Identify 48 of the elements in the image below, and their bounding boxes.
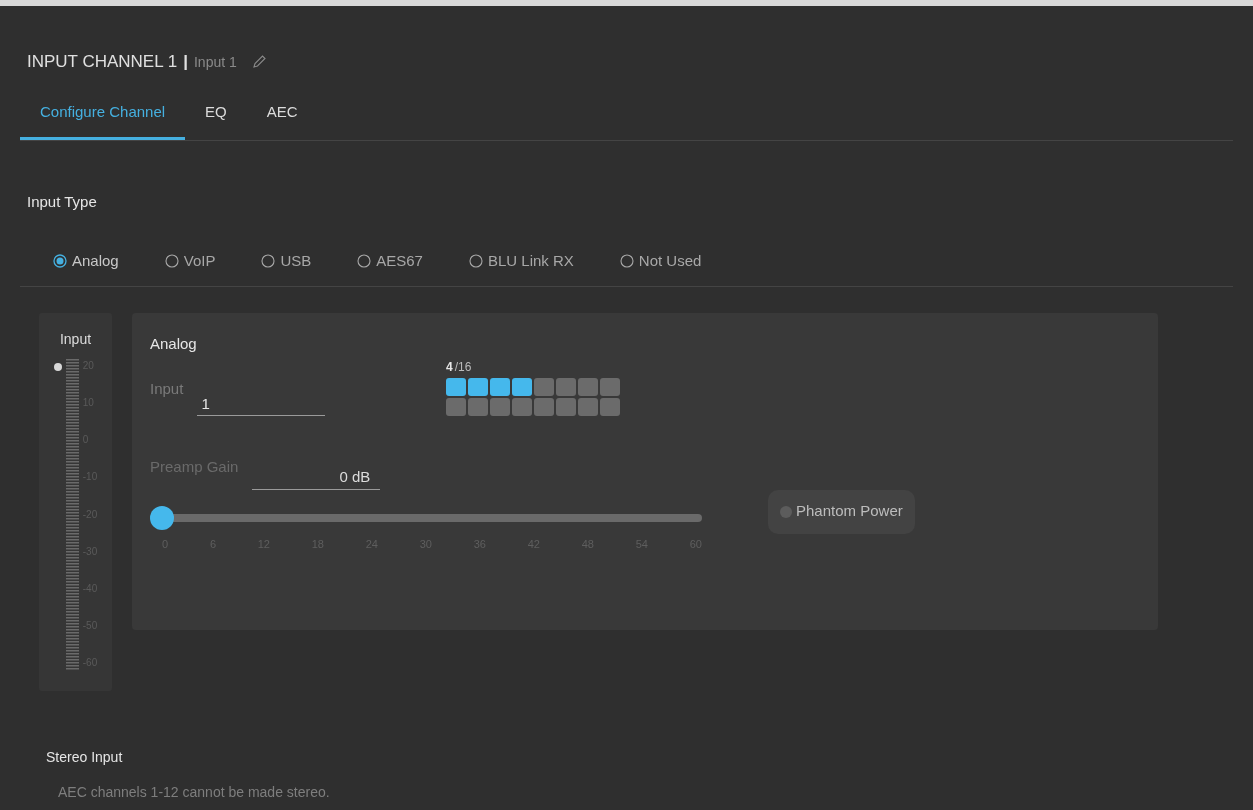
radio-option[interactable]: Analog [53, 249, 119, 272]
radio-icon[interactable] [357, 253, 372, 268]
channel-slot[interactable] [446, 397, 466, 416]
channel-slot[interactable] [578, 377, 598, 396]
field-label: Input [150, 378, 184, 399]
channel-slot[interactable] [468, 377, 488, 396]
radio-option[interactable]: BLU Link RX [468, 249, 574, 272]
channel-slot[interactable] [578, 397, 598, 416]
section-heading: Input Type [26, 192, 98, 212]
title-separator: | [183, 51, 188, 74]
section-heading: Stereo Input [45, 748, 124, 767]
tab[interactable]: AEC [246, 88, 318, 140]
radio-icon[interactable] [619, 253, 634, 268]
channel-title: INPUT CHANNEL 1 [27, 51, 178, 74]
radio-option[interactable]: Not Used [619, 249, 702, 272]
radio-icon[interactable] [164, 253, 179, 268]
gain-field[interactable]: 0 dB [252, 455, 381, 490]
tab[interactable]: EQ [185, 88, 247, 140]
phantom-power-toggle[interactable]: Phantom Power [768, 489, 915, 534]
slot-count: 4 [446, 358, 453, 376]
channel-slot[interactable] [490, 377, 510, 396]
note-text: AEC channels 1-12 cannot be made stereo. [57, 783, 331, 802]
channel-slot[interactable] [600, 377, 620, 396]
radio-icon[interactable] [261, 253, 276, 268]
channel-slot[interactable] [556, 377, 576, 396]
slot-total: /16 [454, 358, 472, 376]
channel-slot[interactable] [468, 397, 488, 416]
radio-option[interactable]: VoIP [164, 249, 216, 272]
panel-heading: Analog [150, 334, 198, 354]
channel-slot[interactable] [512, 377, 532, 396]
tab[interactable]: Configure Channel [20, 88, 186, 140]
channel-slot[interactable] [600, 397, 620, 416]
meter-label: Input [59, 330, 92, 349]
radio-icon[interactable] [53, 253, 67, 268]
channel-slot[interactable] [534, 397, 554, 416]
channel-slot[interactable] [446, 377, 466, 396]
radio-option[interactable]: USB [261, 249, 312, 272]
peak-indicator-icon [53, 363, 62, 371]
channel-name: Input 1 [193, 52, 237, 72]
radio-option[interactable]: AES67 [357, 249, 423, 272]
channel-slot[interactable] [490, 397, 510, 416]
channel-slot[interactable] [534, 377, 554, 396]
radio-icon[interactable] [468, 253, 483, 268]
input-field[interactable]: 1 [197, 383, 326, 416]
channel-slot[interactable] [556, 397, 576, 416]
gain-slider-thumb[interactable] [150, 505, 174, 530]
edit-icon[interactable] [250, 54, 267, 70]
channel-slot[interactable] [512, 397, 532, 416]
